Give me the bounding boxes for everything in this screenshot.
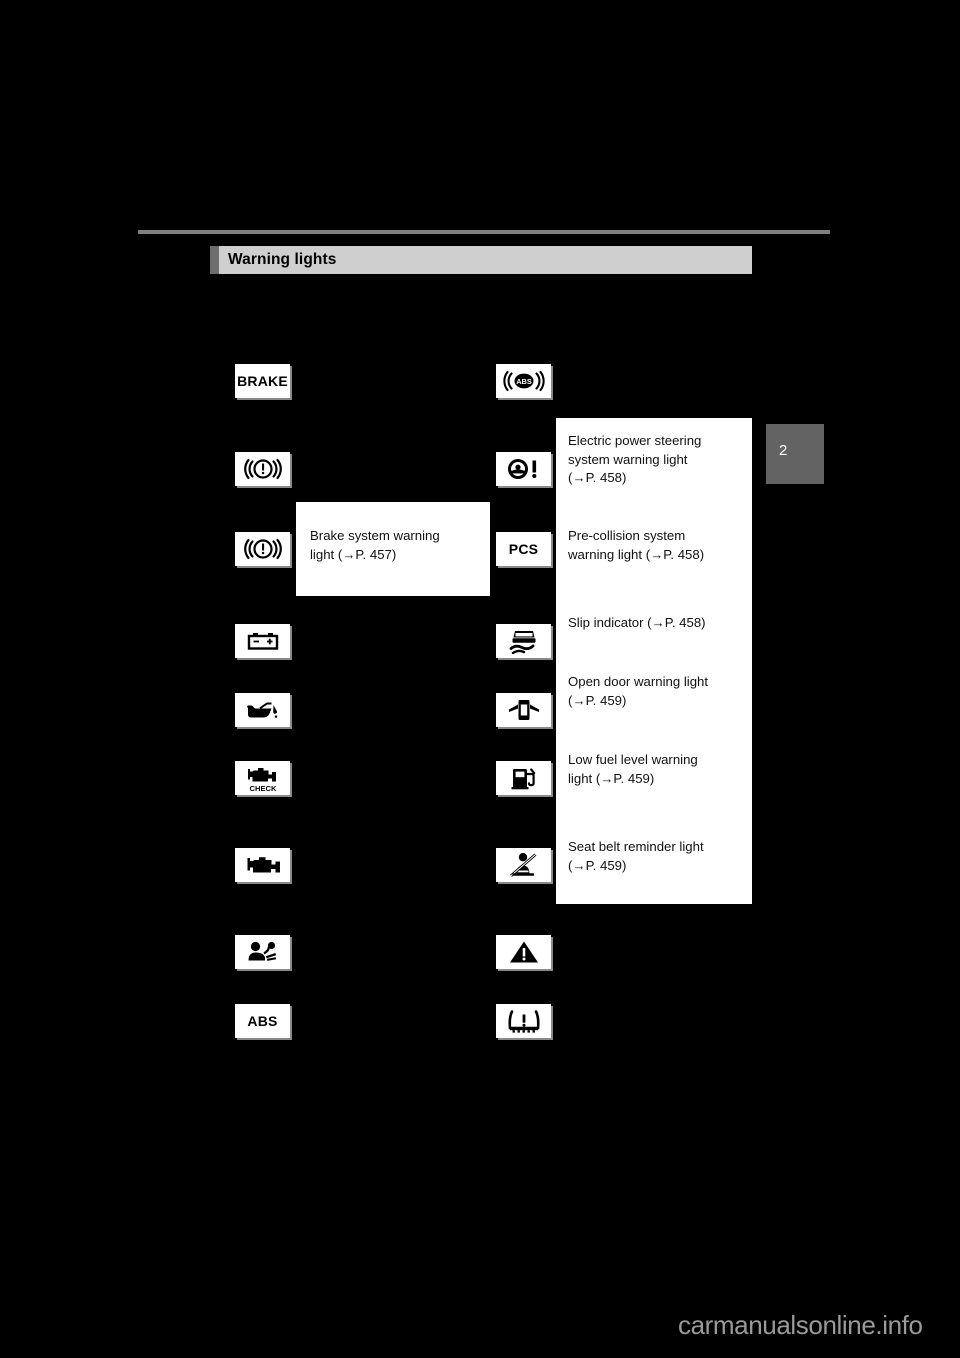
pcs-text-icon: PCS — [496, 532, 551, 566]
slip-label-line1: Slip indicator (→P. 458) — [568, 615, 706, 630]
chapter-tab: 2 — [766, 424, 824, 484]
fuel-pump-glyph — [511, 768, 535, 790]
electric-power-steering-icon — [496, 452, 551, 486]
tire-pressure-glyph — [507, 1010, 540, 1033]
low-fuel-icon — [496, 761, 551, 795]
pre-collision-label: Pre-collision system warning light (→P. … — [568, 527, 740, 564]
engine-glyph — [247, 857, 280, 873]
open-door-label: Open door warning light (→P. 459) — [568, 673, 740, 710]
tire-pressure-icon — [496, 1004, 551, 1038]
warning-triangle-icon — [496, 935, 551, 969]
srs-airbag-icon — [235, 935, 290, 969]
brake-system-label-line1: Brake system warning — [310, 528, 440, 543]
eps-label-line2: system warning light — [568, 451, 688, 467]
brake-system-label-line2: light (→P. 457) — [310, 546, 397, 562]
brake-system-glyph — [243, 458, 282, 480]
engine-check-glyph: CHECK — [247, 768, 277, 793]
svg-text:CHECK: CHECK — [249, 784, 277, 793]
battery-glyph — [247, 633, 278, 650]
door-label-line2: (→P. 459) — [568, 692, 627, 708]
brake-system-icon — [235, 452, 290, 486]
abs-brackets-glyph: ABS — [502, 370, 545, 392]
engine-icon — [235, 848, 290, 882]
section-header-accent — [210, 246, 219, 274]
warning-triangle-glyph — [509, 941, 538, 963]
watermark: carmanualsonline.info — [678, 1310, 923, 1340]
abs-text-icon: ABS — [235, 1004, 290, 1038]
brake-system-glyph — [243, 538, 282, 560]
oil-can-glyph — [246, 702, 277, 718]
door-label-line1: Open door warning light — [568, 674, 709, 689]
pcs-icon-label: PCS — [508, 541, 539, 557]
battery-icon — [235, 624, 290, 658]
seat-belt-glyph — [509, 853, 536, 877]
header-rule — [138, 230, 830, 234]
belt-label-line2: (→P. 459) — [568, 857, 627, 873]
low-fuel-label: Low fuel level warning light (→P. 459) — [568, 751, 740, 788]
right-label-panel — [556, 418, 752, 904]
brake-system-icon-duplicate — [235, 532, 290, 566]
slip-indicator-icon — [496, 624, 551, 658]
srs-airbag-glyph — [248, 941, 276, 961]
fuel-label-line1: Low fuel level warning — [568, 752, 698, 767]
brake-text-icon: BRAKE — [235, 364, 290, 398]
engine-check-icon: CHECK — [235, 761, 290, 795]
slip-indicator-glyph — [509, 631, 535, 654]
chapter-number: 2 — [779, 442, 788, 459]
abs-brackets-icon: ABS — [496, 364, 551, 398]
steering-wheel-glyph — [507, 459, 536, 479]
abs-icon-label: ABS — [247, 1013, 278, 1029]
pcs-label-line2: warning light (→P. 458) — [568, 546, 705, 562]
page-title: Warning lights — [228, 251, 337, 268]
electric-power-steering-label: Electric power steering system warning l… — [568, 432, 740, 488]
section-header: Warning lights — [210, 246, 752, 274]
open-door-icon — [496, 693, 551, 727]
open-door-glyph — [508, 700, 539, 720]
eps-label-line3: (→P. 458) — [568, 470, 627, 485]
oil-pressure-icon — [235, 693, 290, 727]
eps-label-line1: Electric power steering — [568, 433, 702, 448]
seat-belt-label: Seat belt reminder light (→P. 459) — [568, 838, 740, 875]
slip-indicator-label: Slip indicator (→P. 458) — [568, 614, 740, 633]
belt-label-line1: Seat belt reminder light — [568, 839, 704, 854]
fuel-label-line2: light (→P. 459) — [568, 770, 655, 786]
seat-belt-reminder-icon — [496, 848, 551, 882]
brake-icon-label: BRAKE — [237, 373, 288, 389]
brake-system-label: Brake system warning light (→P. 457) — [310, 527, 478, 564]
pcs-label-line1: Pre-collision system — [568, 528, 686, 543]
svg-text:ABS: ABS — [516, 377, 532, 386]
